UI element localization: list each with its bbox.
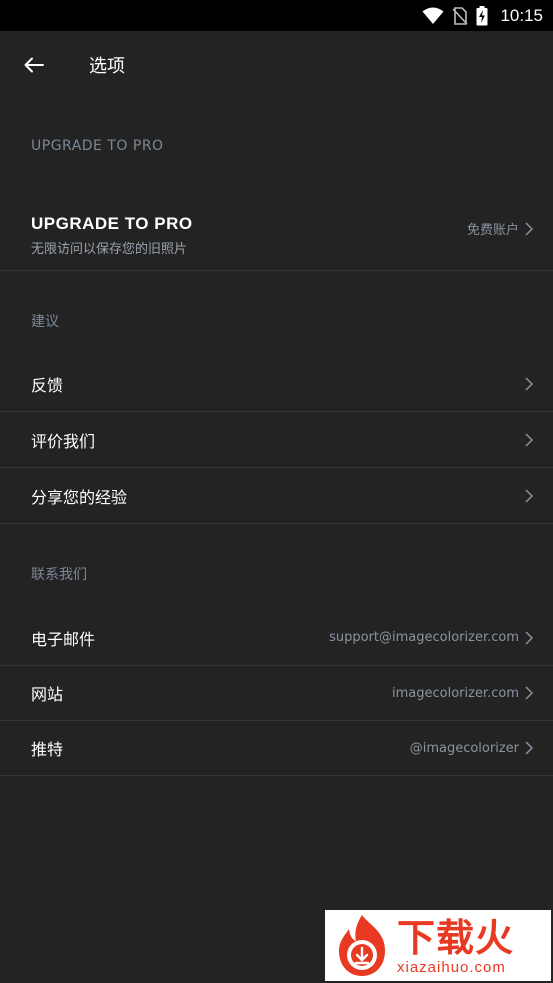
no-sim-icon	[452, 6, 469, 25]
website-value: imagecolorizer.com	[392, 685, 519, 701]
twitter-value: @imagecolorizer	[409, 740, 519, 756]
share-experience-label: 分享您的经验	[31, 487, 128, 507]
website-row[interactable]: 网站 imagecolorizer.com	[0, 666, 553, 721]
chevron-right-icon	[525, 221, 533, 236]
status-bar: 10:15	[0, 0, 553, 31]
section-header-suggestions: 建议	[31, 314, 59, 330]
watermark: 下载火 xiazaihuo.com	[325, 910, 551, 981]
rate-us-row[interactable]: 评价我们	[0, 412, 553, 468]
feedback-label: 反馈	[31, 375, 64, 395]
chevron-right-icon	[525, 686, 533, 700]
twitter-label: 推特	[31, 740, 64, 759]
website-label: 网站	[31, 685, 64, 704]
watermark-url: xiazaihuo.com	[397, 958, 506, 976]
email-value: support@imagecolorizer.com	[329, 630, 519, 645]
watermark-brand: 下载火	[397, 915, 515, 960]
battery-charging-icon	[476, 5, 488, 25]
back-button[interactable]	[18, 49, 50, 81]
status-time: 10:15	[500, 5, 543, 25]
flame-logo-icon	[339, 914, 385, 976]
rate-us-label: 评价我们	[31, 431, 96, 451]
email-label: 电子邮件	[31, 629, 96, 649]
upgrade-to-pro-row[interactable]: UPGRADE TO PRO 无限访问以保存您的旧照片 免费账户	[0, 200, 553, 271]
wifi-icon	[422, 7, 444, 24]
chevron-right-icon	[525, 376, 533, 391]
chevron-right-icon	[525, 432, 533, 447]
chevron-right-icon	[525, 741, 533, 755]
app-bar: 选项	[0, 31, 553, 97]
upgrade-title: UPGRADE TO PRO	[31, 214, 193, 233]
arrow-left-icon	[24, 57, 44, 73]
twitter-row[interactable]: 推特 @imagecolorizer	[0, 721, 553, 776]
share-experience-row[interactable]: 分享您的经验	[0, 468, 553, 524]
section-header-upgrade: UPGRADE TO PRO	[31, 138, 164, 154]
chevron-right-icon	[525, 630, 533, 645]
account-status: 免费账户	[466, 223, 519, 238]
feedback-row[interactable]: 反馈	[0, 356, 553, 412]
page-title: 选项	[89, 56, 125, 77]
upgrade-subtitle: 无限访问以保存您的旧照片	[31, 242, 188, 257]
email-row[interactable]: 电子邮件 support@imagecolorizer.com	[0, 610, 553, 666]
section-header-contact: 联系我们	[31, 567, 87, 583]
chevron-right-icon	[525, 488, 533, 503]
